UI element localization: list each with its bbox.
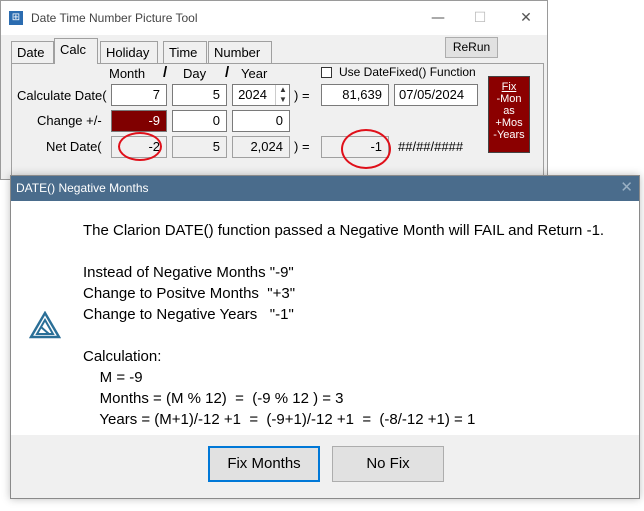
window-title: Date Time Number Picture Tool <box>31 11 198 25</box>
change-day-input[interactable]: 0 <box>172 110 227 132</box>
tab-number[interactable]: Number <box>208 41 272 63</box>
message-line: Months = (M % 12) = (-9 % 12 ) = 3 <box>83 390 344 407</box>
calc-date-output[interactable]: 07/05/2024 <box>394 84 478 106</box>
close-button[interactable]: ✕ <box>511 7 541 29</box>
tab-holiday[interactable]: Holiday <box>100 41 158 63</box>
net-year-output: 2,024 <box>232 136 290 158</box>
maximize-button[interactable]: ☐ <box>465 7 495 29</box>
fix-button-line: Fix <box>501 81 517 93</box>
year-spinner[interactable]: ▲ ▼ <box>275 85 290 105</box>
minimize-button[interactable]: — <box>423 7 453 29</box>
dialog-close-button[interactable]: ✕ <box>620 178 633 196</box>
main-window: ⊞ Date Time Number Picture Tool — ☐ ✕ Da… <box>0 0 548 181</box>
month-header: Month <box>109 66 146 81</box>
grid-icon: ⊞ <box>9 11 23 25</box>
calc-equals: ) = <box>294 88 310 103</box>
change-month-input[interactable]: -9 <box>111 110 167 132</box>
use-datefixed-label: Use DateFixed() Function <box>339 65 476 79</box>
slash-separator: / <box>163 64 168 81</box>
clarion-logo-icon <box>29 311 61 339</box>
calc-month-input[interactable]: 7 <box>111 84 167 106</box>
dialog-title: DATE() Negative Months <box>16 181 149 195</box>
fix-button-line: as <box>503 105 515 117</box>
message-line: Calculation: <box>83 348 162 365</box>
message-line: The Clarion DATE() function passed a Neg… <box>83 222 605 239</box>
net-day-output: 5 <box>172 136 227 158</box>
fix-negative-months-button[interactable]: Fix -Mon as +Mos -Years <box>488 76 530 153</box>
calc-serial-output[interactable]: 81,639 <box>321 84 389 106</box>
message-line: M = -9 <box>83 369 143 386</box>
fix-button-line: +Mos <box>495 117 523 129</box>
tab-calc[interactable]: Calc <box>54 38 98 64</box>
message-line: Change to Positve Months "+3" <box>83 285 296 302</box>
net-date-label: Net Date( <box>46 139 102 154</box>
net-date-output: ##/##/#### <box>398 139 464 154</box>
no-fix-button[interactable]: No Fix <box>332 446 444 482</box>
message-line: Change to Negative Years "-1" <box>83 306 294 323</box>
fix-months-button[interactable]: Fix Months <box>208 446 320 482</box>
net-equals: ) = <box>294 139 310 154</box>
day-header: Day <box>183 66 207 81</box>
slash-separator: / <box>225 64 230 81</box>
fix-button-line: -Mon <box>496 93 522 105</box>
fix-button-line: -Years <box>493 129 525 141</box>
dialog-footer <box>11 435 639 498</box>
rerun-button[interactable]: ReRun <box>445 37 498 58</box>
annotation-circle <box>341 129 391 169</box>
calc-day-input[interactable]: 5 <box>172 84 227 106</box>
negative-months-dialog: DATE() Negative Months ✕ The Clarion DAT… <box>10 175 640 499</box>
tab-date[interactable]: Date <box>11 41 54 63</box>
tab-time[interactable]: Time <box>163 41 207 63</box>
annotation-circle <box>118 132 162 161</box>
year-header: Year <box>241 66 268 81</box>
use-datefixed-checkbox[interactable] <box>321 67 332 78</box>
change-year-input[interactable]: 0 <box>232 110 290 132</box>
message-line: Instead of Negative Months "-9" <box>83 264 294 281</box>
calculate-date-label: Calculate Date( <box>17 88 107 103</box>
change-label: Change +/- <box>37 113 102 128</box>
message-line: Years = (M+1)/-12 +1 = (-9+1)/-12 +1 = (… <box>83 411 476 428</box>
